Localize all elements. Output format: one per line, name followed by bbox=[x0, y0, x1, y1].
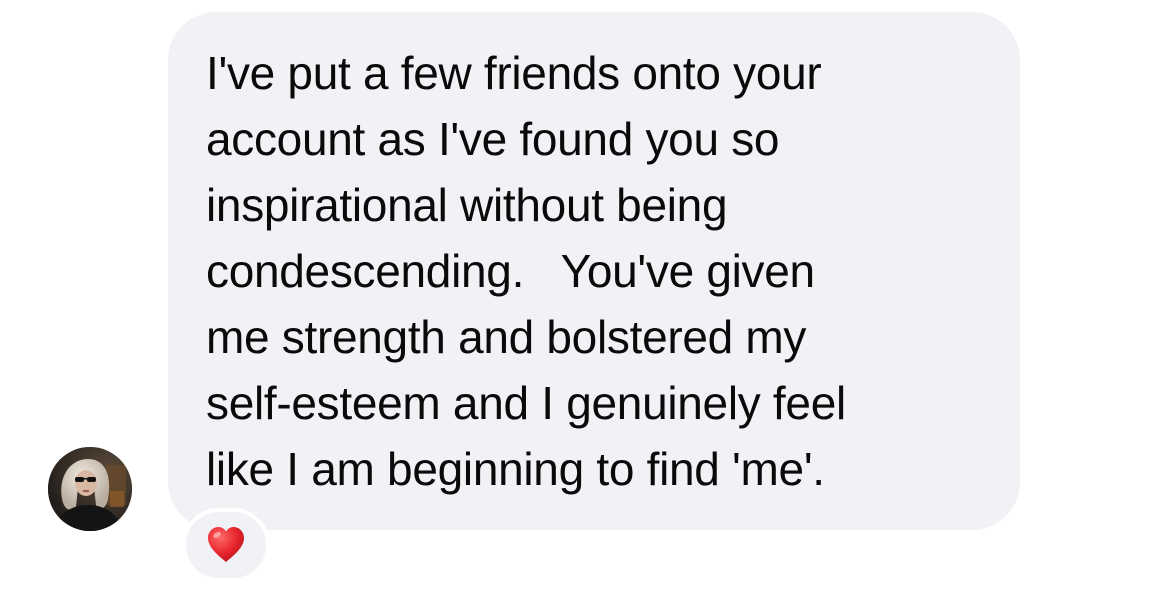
message-line: condescending. You've given bbox=[206, 245, 815, 297]
message-line: me strength and bolstered my bbox=[206, 311, 807, 363]
message-line: like I am beginning to find 'me'. bbox=[206, 443, 825, 495]
heart-reaction[interactable] bbox=[182, 508, 270, 582]
message-line: inspirational without being bbox=[206, 179, 728, 231]
red-heart-icon bbox=[208, 527, 244, 562]
message-line: I've put a few friends onto your bbox=[206, 47, 822, 99]
message-text: I've put a few friends onto your account… bbox=[206, 40, 996, 502]
avatar-photo bbox=[48, 447, 132, 531]
message-line: account as I've found you so bbox=[206, 113, 780, 165]
message-line: self-esteem and I genuinely feel bbox=[206, 377, 846, 429]
sender-avatar[interactable] bbox=[48, 447, 132, 531]
message-bubble[interactable]: I've put a few friends onto your account… bbox=[168, 12, 1020, 530]
message-row: I've put a few friends onto your account… bbox=[0, 0, 1170, 597]
